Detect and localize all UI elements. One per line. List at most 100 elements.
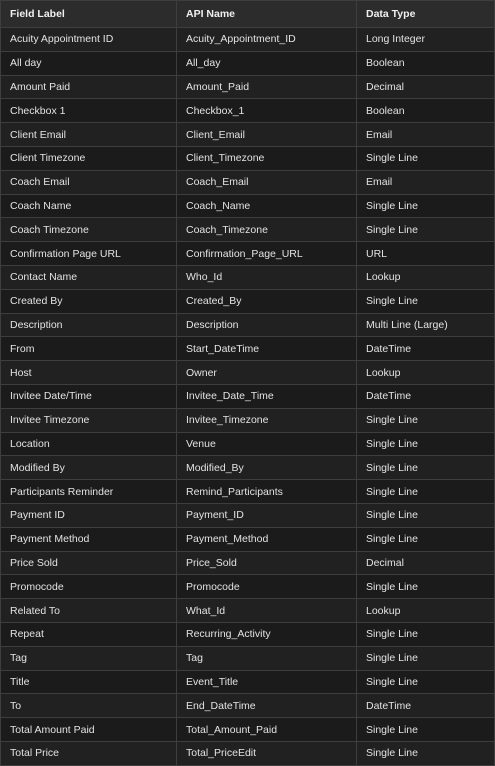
table-row: Tag Tag Single Line — [0, 645, 495, 671]
table-row: Participants Reminder Remind_Participants… — [0, 479, 495, 504]
data-type-cell: Multi Line (Large) — [356, 312, 495, 338]
header-api-name: API Name — [176, 0, 357, 28]
table-row: Client Email Client_Email Email — [0, 122, 495, 147]
field-label-cell: Description — [0, 312, 177, 338]
table-row: All day All_day Boolean — [0, 50, 495, 76]
api-name-cell: Amount_Paid — [176, 74, 357, 100]
fields-table: Field Label API Name Data Type Acuity Ap… — [0, 0, 495, 766]
data-type-cell: Decimal — [356, 74, 495, 100]
field-label-cell: Location — [0, 431, 177, 457]
header-field-label: Field Label — [0, 0, 177, 28]
data-type-cell: Single Line — [356, 574, 495, 600]
api-name-cell: Who_Id — [176, 264, 357, 290]
api-name-cell: Total_Amount_Paid — [176, 717, 357, 742]
field-label-cell: Participants Reminder — [0, 479, 177, 504]
data-type-cell: Email — [356, 169, 495, 195]
data-type-cell: Single Line — [356, 407, 495, 433]
table-row: Price Sold Price_Sold Decimal — [0, 550, 495, 576]
table-row: Coach Email Coach_Email Email — [0, 169, 495, 195]
field-label-cell: Promocode — [0, 574, 177, 600]
header-data-type: Data Type — [356, 0, 495, 28]
api-name-cell: Venue — [176, 431, 357, 457]
table-row: Acuity Appointment ID Acuity_Appointment_… — [0, 27, 495, 52]
field-label-cell: Client Timezone — [0, 145, 177, 171]
table-row: Location Venue Single Line — [0, 431, 495, 457]
data-type-cell: Single Line — [356, 740, 495, 766]
data-type-cell: Single Line — [356, 193, 495, 219]
api-name-cell: Client_Email — [176, 122, 357, 147]
field-label-cell: Checkbox 1 — [0, 98, 177, 124]
data-type-cell: Lookup — [356, 264, 495, 290]
table-row: Host Owner Lookup — [0, 360, 495, 385]
field-label-cell: Coach Email — [0, 169, 177, 195]
api-name-cell: What_Id — [176, 598, 357, 623]
api-name-cell: Client_Timezone — [176, 145, 357, 171]
table-body: Acuity Appointment ID Acuity_Appointment_… — [0, 27, 495, 766]
data-type-cell: Decimal — [356, 550, 495, 576]
field-label-cell: Total Price — [0, 740, 177, 766]
table-row: Created By Created_By Single Line — [0, 288, 495, 314]
table-row: From Start_DateTime DateTime — [0, 336, 495, 362]
api-name-cell: Payment_ID — [176, 502, 357, 528]
field-label-cell: Invitee Date/Time — [0, 383, 177, 409]
field-label-cell: Confirmation Page URL — [0, 241, 177, 266]
data-type-cell: Email — [356, 122, 495, 147]
table-row: Payment Method Payment_Method Single Line — [0, 526, 495, 552]
table-row: Title Event_Title Single Line — [0, 669, 495, 695]
table-row: Amount Paid Amount_Paid Decimal — [0, 74, 495, 100]
field-label-cell: Amount Paid — [0, 74, 177, 100]
field-label-cell: Coach Name — [0, 193, 177, 219]
api-name-cell: Payment_Method — [176, 526, 357, 552]
api-name-cell: End_DateTime — [176, 693, 357, 719]
field-label-cell: Tag — [0, 645, 177, 671]
api-name-cell: Modified_By — [176, 455, 357, 481]
field-label-cell: To — [0, 693, 177, 719]
data-type-cell: Single Line — [356, 717, 495, 742]
api-name-cell: Price_Sold — [176, 550, 357, 576]
table-row: Related To What_Id Lookup — [0, 598, 495, 623]
data-type-cell: DateTime — [356, 336, 495, 362]
api-name-cell: Recurring_Activity — [176, 621, 357, 647]
field-label-cell: Created By — [0, 288, 177, 314]
data-type-cell: Boolean — [356, 98, 495, 124]
data-type-cell: Single Line — [356, 645, 495, 671]
field-label-cell: Repeat — [0, 621, 177, 647]
table-row: Invitee Timezone Invitee_Timezone Single L… — [0, 407, 495, 433]
field-label-cell: Modified By — [0, 455, 177, 481]
table-row: Confirmation Page URL Confirmation_Page_U… — [0, 241, 495, 266]
field-label-cell: Contact Name — [0, 264, 177, 290]
data-type-cell: Single Line — [356, 431, 495, 457]
table-row: Payment ID Payment_ID Single Line — [0, 502, 495, 528]
table-row: Total Amount Paid Total_Amount_Paid Single… — [0, 717, 495, 742]
field-label-cell: Client Email — [0, 122, 177, 147]
api-name-cell: Invitee_Timezone — [176, 407, 357, 433]
field-label-cell: Price Sold — [0, 550, 177, 576]
table-row: Modified By Modified_By Single Line — [0, 455, 495, 481]
field-label-cell: Title — [0, 669, 177, 695]
header-row: Field Label API Name Data Type — [0, 0, 495, 28]
api-name-cell: Owner — [176, 360, 357, 385]
api-name-cell: Event_Title — [176, 669, 357, 695]
field-label-cell: Related To — [0, 598, 177, 623]
data-type-cell: Long Integer — [356, 27, 495, 52]
data-type-cell: Single Line — [356, 455, 495, 481]
data-type-cell: Single Line — [356, 479, 495, 504]
table-row: Client Timezone Client_Timezone Single Lin… — [0, 145, 495, 171]
field-label-cell: Coach Timezone — [0, 217, 177, 243]
field-label-cell: All day — [0, 50, 177, 76]
data-type-cell: DateTime — [356, 693, 495, 719]
data-type-cell: Lookup — [356, 360, 495, 385]
data-type-cell: Single Line — [356, 502, 495, 528]
data-type-cell: Single Line — [356, 669, 495, 695]
data-type-cell: DateTime — [356, 383, 495, 409]
api-name-cell: Confirmation_Page_URL — [176, 241, 357, 266]
field-label-cell: Total Amount Paid — [0, 717, 177, 742]
field-label-cell: Payment Method — [0, 526, 177, 552]
data-type-cell: Single Line — [356, 217, 495, 243]
api-name-cell: Coach_Email — [176, 169, 357, 195]
field-label-cell: Host — [0, 360, 177, 385]
table-row: Coach Name Coach_Name Single Line — [0, 193, 495, 219]
api-name-cell: Created_By — [176, 288, 357, 314]
api-name-cell: Tag — [176, 645, 357, 671]
data-type-cell: Lookup — [356, 598, 495, 623]
